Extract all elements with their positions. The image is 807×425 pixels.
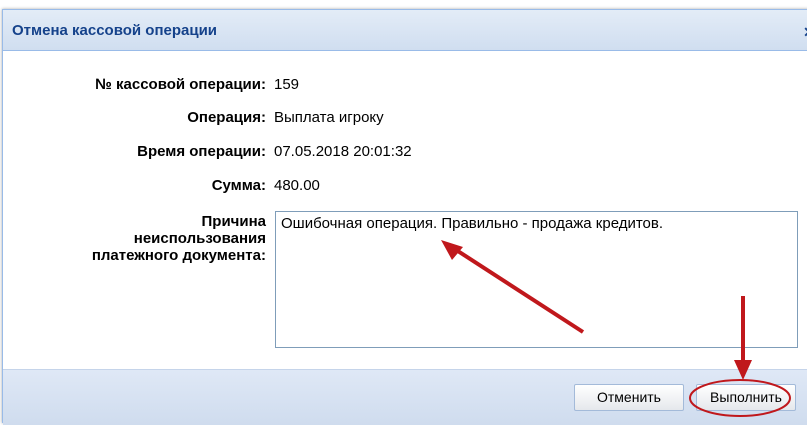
operation-label: Операция: [187, 109, 266, 126]
reason-label: Причина неиспользования платежного докум… [3, 213, 266, 264]
operation-time-value: 07.05.2018 20:01:32 [274, 143, 412, 160]
amount-label: Сумма: [211, 177, 266, 194]
execute-button[interactable]: Выполнить [696, 384, 796, 411]
field-row-operation-time: Время операции: 07.05.2018 20:01:32 [3, 143, 807, 165]
amount-value: 480.00 [274, 177, 320, 194]
operation-time-label: Время операции: [137, 143, 266, 160]
dialog-footer: Отменить Выполнить [3, 369, 807, 425]
cancel-button[interactable]: Отменить [574, 384, 684, 411]
dialog-titlebar[interactable]: Отмена кассовой операции ✕ [3, 10, 807, 51]
dialog-body: № кассовой операции: 159 Операция: Выпла… [3, 51, 807, 369]
reason-label-line: платежного документа: [91, 247, 266, 264]
reason-label-line: неиспользования [133, 230, 266, 247]
close-icon[interactable]: ✕ [801, 24, 807, 40]
reason-label-line: Причина [201, 213, 267, 230]
field-row-operation: Операция: Выплата игроку [3, 109, 807, 131]
field-row-operation-number: № кассовой операции: 159 [3, 76, 807, 98]
operation-number-value: 159 [274, 76, 300, 93]
cash-operation-cancel-dialog: Отмена кассовой операции ✕ № кассовой оп… [2, 9, 807, 425]
operation-value: Выплата игроку [274, 109, 384, 126]
reason-textarea[interactable]: Ошибочная операция. Правильно - продажа … [275, 211, 798, 348]
field-row-amount: Сумма: 480.00 [3, 177, 807, 199]
dialog-title: Отмена кассовой операции [12, 22, 218, 39]
operation-number-label: № кассовой операции: [95, 76, 266, 93]
